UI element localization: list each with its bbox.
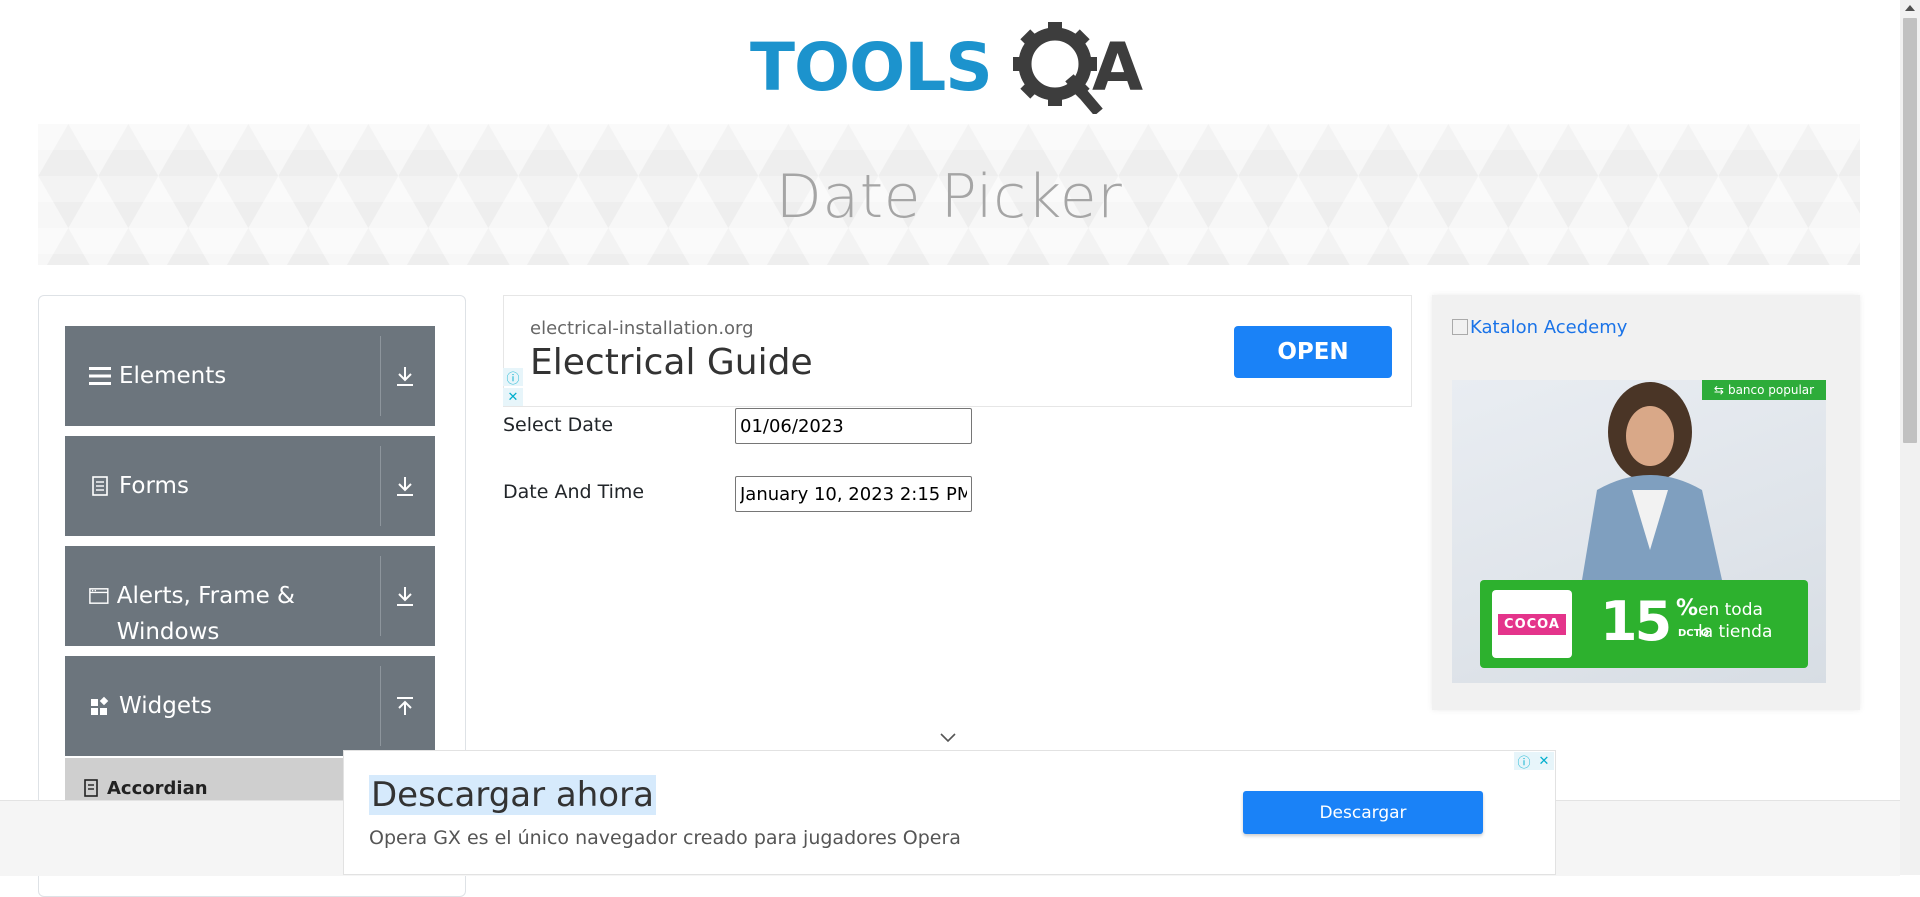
divider	[380, 556, 381, 636]
ad-download-button[interactable]: Descargar	[1243, 791, 1483, 834]
ad-bank-name: banco popular	[1727, 383, 1815, 397]
scrollbar-thumb[interactable]	[1903, 18, 1917, 443]
menu-lines-icon	[89, 367, 111, 385]
select-date-input[interactable]	[735, 408, 972, 444]
sidebar-group-label: Elements	[119, 363, 227, 389]
bank-logo-icon: ⇆	[1713, 383, 1724, 397]
divider	[380, 666, 381, 746]
divider	[380, 446, 381, 526]
sidebar-group-widgets[interactable]: Widgets	[65, 656, 435, 756]
download-arrow-icon[interactable]	[385, 546, 425, 646]
page-scrollbar[interactable]	[1900, 0, 1920, 875]
ad-promo-strip: COCOA 15 % DCTO en toda la tienda	[1480, 580, 1808, 668]
sidebar-group-label: Widgets	[119, 693, 212, 719]
download-arrow-icon[interactable]	[385, 436, 425, 536]
download-arrow-icon[interactable]	[385, 326, 425, 426]
sidebar-group-label: Forms	[119, 473, 189, 499]
ad-bottom-headline[interactable]: Descargar ahora	[369, 775, 656, 815]
select-date-label: Select Date	[503, 414, 614, 436]
window-icon	[89, 588, 109, 604]
ad-alt-link[interactable]: Katalon Acedemy	[1452, 317, 1627, 338]
broken-image-icon	[1452, 319, 1468, 335]
cocoa-logo: COCOA	[1492, 590, 1572, 658]
accordion-icon	[84, 779, 98, 797]
sidebar-group-alerts-frame-windows[interactable]: Alerts, Frame & Windows	[65, 546, 435, 646]
page-title: Date Picker	[775, 161, 1123, 232]
ad-banner-bottom[interactable]: Descargar ahora Opera GX es el único nav…	[343, 750, 1556, 875]
ad-bottom-description: Opera GX es el único navegador creado pa…	[369, 827, 961, 849]
promo-percent-sign: %	[1676, 596, 1699, 621]
ad-open-button[interactable]: OPEN	[1234, 326, 1392, 378]
ad-banner-top[interactable]: electrical-installation.org Electrical G…	[503, 295, 1412, 407]
ad-domain: electrical-installation.org	[530, 318, 754, 339]
sidebar-group-label: Alerts, Frame & Windows	[116, 583, 295, 645]
date-and-time-label: Date And Time	[503, 481, 645, 503]
scroll-up-arrow-icon[interactable]	[1900, 0, 1920, 16]
document-icon	[92, 476, 108, 496]
upload-arrow-icon[interactable]	[385, 656, 425, 756]
ad-alt-text: Katalon Acedemy	[1470, 317, 1628, 338]
model-photo-illustration	[1582, 382, 1722, 580]
chevron-down-icon[interactable]	[938, 730, 958, 746]
sidebar-group-forms[interactable]: Forms	[65, 436, 435, 536]
promo-percent: 15	[1600, 590, 1672, 653]
ad-close-icon[interactable]: ✕	[503, 388, 523, 406]
ad-headline[interactable]: Electrical Guide	[530, 342, 813, 383]
ad-info-icon[interactable]: ⓘ	[503, 368, 523, 387]
logo-a-text: A	[1092, 29, 1143, 106]
promo-line-1: en toda	[1698, 600, 1763, 620]
logo-tools-text: TOOLS	[750, 29, 992, 106]
divider	[380, 336, 381, 416]
ad-image[interactable]: ⇆ banco popular COCOA 15 % DCTO en toda …	[1452, 380, 1826, 683]
logo-gear-icon	[1013, 22, 1103, 114]
promo-line-2: la tienda	[1698, 622, 1773, 642]
date-and-time-input[interactable]	[735, 476, 972, 512]
sidebar-group-elements[interactable]: Elements	[65, 326, 435, 426]
brand-name: COCOA	[1498, 613, 1566, 635]
toolsqa-logo[interactable]: TOOLS A	[750, 18, 1160, 114]
logo-graphic: TOOLS A	[750, 22, 1143, 114]
ad-sidebar-right[interactable]: Katalon Acedemy ⇆ banco popular COCOA 15…	[1432, 295, 1860, 710]
ad-bank-badge: ⇆ banco popular	[1702, 380, 1826, 400]
ad-bottom-close-icon[interactable]: ✕	[1534, 752, 1554, 770]
ad-bottom-info-icon[interactable]: ⓘ	[1514, 752, 1534, 771]
sidebar-item-label: Accordian	[107, 777, 208, 799]
widgets-icon	[91, 696, 109, 715]
page-banner: Date Picker	[38, 124, 1860, 265]
